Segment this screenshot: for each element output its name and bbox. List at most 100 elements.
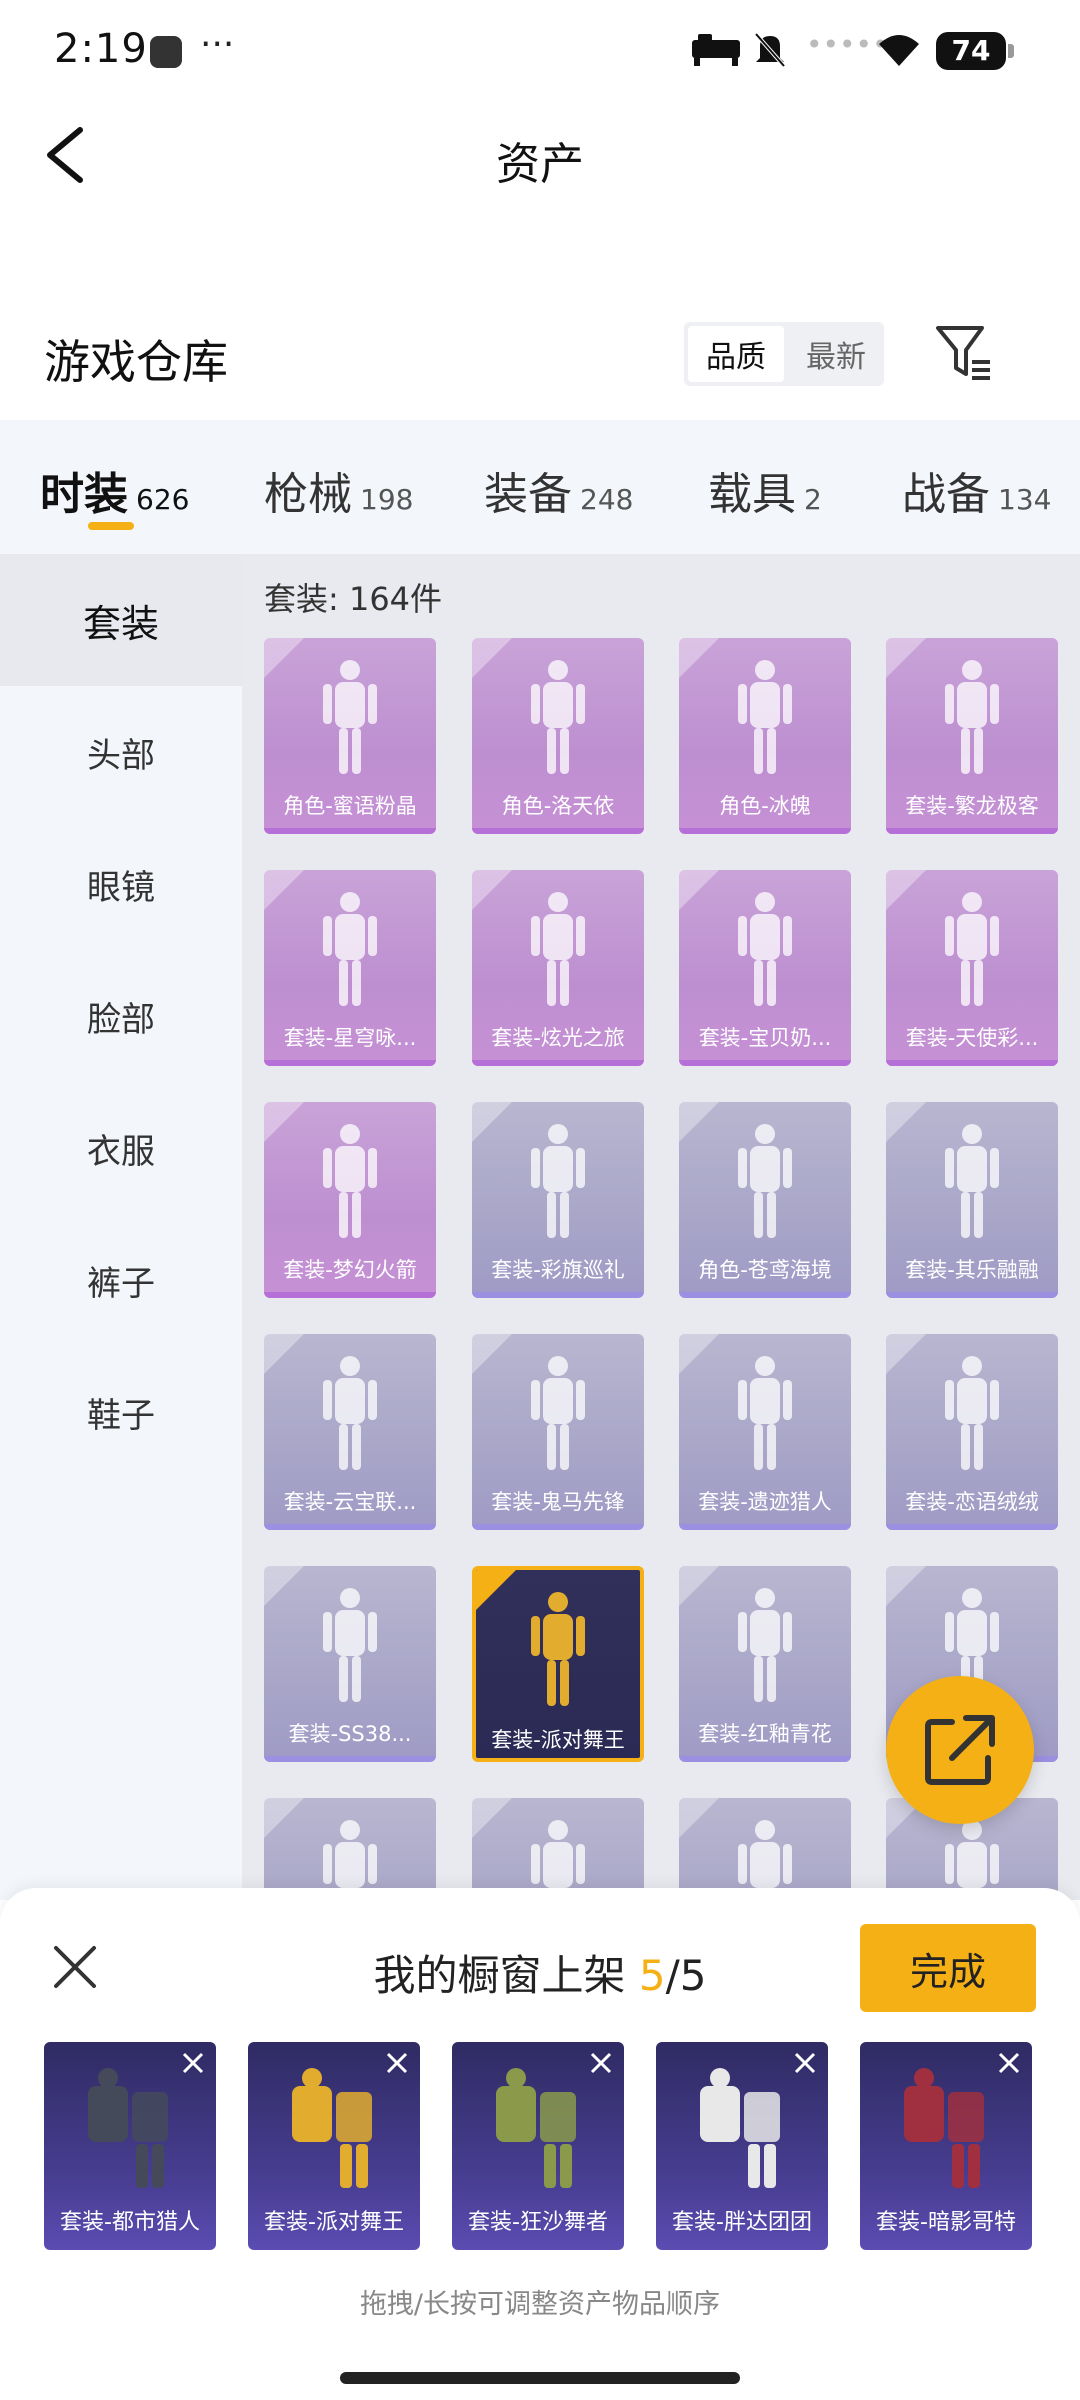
share-button[interactable] — [886, 1676, 1034, 1824]
share-icon — [925, 1715, 995, 1785]
outfit-card[interactable]: 套装-炫光之旅 — [472, 870, 644, 1066]
battery-indicator: 74 — [936, 32, 1014, 70]
outfit-card[interactable]: 套装-鬼马先锋 — [472, 1334, 644, 1530]
outfit-figure-icon — [945, 660, 999, 774]
outfit-figure-icon — [945, 1356, 999, 1470]
outfit-name: 套装-恋语绒绒 — [905, 1490, 1039, 1514]
outfit-figure-icon — [945, 892, 999, 1006]
showcase-item[interactable]: 套装-狂沙舞者 — [452, 2042, 624, 2250]
status-bar: 2:19 ··· ••••• 74 — [0, 0, 1080, 100]
sidebar-item-head[interactable]: 头部 — [0, 686, 242, 818]
home-indicator — [340, 2372, 740, 2384]
outfit-figure-icon — [904, 2068, 984, 2188]
outfit-card[interactable]: 套装-其乐融融 — [886, 1102, 1058, 1298]
outfit-figure-icon — [738, 1124, 792, 1238]
sidebar-item-face[interactable]: 脸部 — [0, 950, 242, 1082]
outfit-card[interactable]: 套装-云宝联... — [264, 1334, 436, 1530]
outfit-card[interactable]: 套装-星穹咏... — [264, 870, 436, 1066]
outfit-name: 角色-蜜语粉晶 — [283, 794, 417, 818]
outfit-name: 角色-苍鸢海境 — [698, 1258, 832, 1282]
tab-equipment[interactable]: 装备 248 — [484, 458, 633, 522]
outfit-figure-icon — [531, 660, 585, 774]
outfit-figure-icon — [738, 1356, 792, 1470]
sidebar-item-set[interactable]: 套装 — [0, 554, 242, 686]
outfit-name: 套装-派对舞王 — [491, 1728, 625, 1752]
warehouse-title: 游戏仓库 — [44, 335, 228, 389]
outfit-card[interactable]: 套装-天使彩... — [886, 870, 1058, 1066]
outfit-name: 套装-星穹咏... — [283, 1026, 417, 1050]
outfit-card[interactable]: 套装-恋语绒绒 — [886, 1334, 1058, 1530]
outfit-card[interactable] — [472, 1798, 644, 1900]
mute-icon — [754, 32, 786, 68]
showcase-item-name: 套装-派对舞王 — [264, 2210, 404, 2235]
outfit-name: 套装-云宝联... — [283, 1490, 417, 1514]
showcase-item[interactable]: 套装-胖达团团 — [656, 2042, 828, 2250]
showcase-item-name: 套装-暗影哥特 — [876, 2210, 1016, 2235]
outfit-figure-icon — [531, 1124, 585, 1238]
done-button[interactable]: 完成 — [860, 1924, 1036, 2012]
outfit-name: 套装-SS38... — [288, 1722, 412, 1746]
outfit-card[interactable] — [679, 1798, 851, 1900]
tab-count: 626 — [136, 483, 190, 516]
outfit-figure-icon — [531, 1592, 585, 1706]
outfit-card[interactable]: 套装-梦幻火箭 — [264, 1102, 436, 1298]
item-count-label: 套装: 164件 — [264, 580, 443, 618]
sort-toggle: 品质 最新 — [684, 322, 884, 386]
tab-fashion[interactable]: 时装 626 — [40, 458, 189, 522]
sidebar-item-glasses[interactable]: 眼镜 — [0, 818, 242, 950]
outfit-name: 套装-炫光之旅 — [491, 1026, 625, 1050]
page-title: 资产 — [496, 139, 584, 190]
outfit-card[interactable]: 套装-繁龙极客 — [886, 638, 1058, 834]
sort-quality-button[interactable]: 品质 — [688, 326, 784, 382]
outfit-figure-icon — [323, 1356, 377, 1470]
tab-vehicles[interactable]: 载具 2 — [708, 458, 822, 522]
outfit-figure-icon — [88, 2068, 168, 2188]
outfit-card[interactable]: 套装-宝贝奶... — [679, 870, 851, 1066]
outfit-card[interactable]: 套装-遗迹猎人 — [679, 1334, 851, 1530]
outfit-name: 套装-遗迹猎人 — [698, 1490, 832, 1514]
tab-count: 2 — [804, 483, 822, 516]
outfit-card[interactable]: 角色-苍鸢海境 — [679, 1102, 851, 1298]
outfit-name: 套装-梦幻火箭 — [283, 1258, 417, 1282]
tab-count: 198 — [360, 483, 414, 516]
outfit-card[interactable]: 角色-冰魄 — [679, 638, 851, 834]
sidebar-item-pants[interactable]: 裤子 — [0, 1214, 242, 1346]
showcase-item[interactable]: 套装-派对舞王 — [248, 2042, 420, 2250]
outfit-name: 套装-天使彩... — [905, 1026, 1039, 1050]
active-tab-indicator — [88, 522, 134, 530]
tab-count: 248 — [580, 483, 634, 516]
outfit-card[interactable]: 套装-派对舞王 — [472, 1566, 644, 1762]
showcase-item[interactable]: 套装-暗影哥特 — [860, 2042, 1032, 2250]
screen: 2:19 ··· ••••• 74 资产 游戏仓库 品质 最新 时装 626 枪… — [0, 0, 1080, 2400]
showcase-item[interactable]: 套装-都市猎人 — [44, 2042, 216, 2250]
tab-label: 载具 — [708, 469, 796, 520]
outfit-name: 角色-洛天依 — [501, 794, 615, 818]
sidebar-item-shoes[interactable]: 鞋子 — [0, 1346, 242, 1478]
tab-guns[interactable]: 枪械 198 — [264, 458, 413, 522]
outfit-figure-icon — [738, 892, 792, 1006]
sleep-mode-icon — [692, 34, 740, 66]
tab-label: 枪械 — [264, 469, 352, 520]
outfit-card[interactable]: 角色-蜜语粉晶 — [264, 638, 436, 834]
outfit-card[interactable]: 套装-红釉青花 — [679, 1566, 851, 1762]
sidebar-item-clothes[interactable]: 衣服 — [0, 1082, 242, 1214]
tab-supplies[interactable]: 战备 134 — [902, 458, 1051, 522]
outfit-card[interactable] — [264, 1798, 436, 1900]
outfit-name: 套装-彩旗巡礼 — [491, 1258, 625, 1282]
outfit-card[interactable]: 套装-彩旗巡礼 — [472, 1102, 644, 1298]
outfit-name: 角色-冰魄 — [719, 794, 811, 818]
sort-latest-button[interactable]: 最新 — [788, 322, 884, 386]
outfit-figure-icon — [323, 892, 377, 1006]
showcase-item-name: 套装-都市猎人 — [60, 2210, 200, 2235]
outfit-card[interactable]: 套装-SS38... — [264, 1566, 436, 1762]
outfit-figure-icon — [700, 2068, 780, 2188]
filter-icon[interactable] — [934, 320, 994, 384]
outfit-name: 套装-其乐融融 — [905, 1258, 1039, 1282]
outfit-figure-icon — [323, 660, 377, 774]
outfit-figure-icon — [323, 1588, 377, 1702]
reorder-hint: 拖拽/长按可调整资产物品顺序 — [359, 2289, 721, 2320]
showcase-current-count: 5 — [638, 1951, 666, 2000]
outfit-card[interactable]: 角色-洛天依 — [472, 638, 644, 834]
outfit-figure-icon — [531, 1356, 585, 1470]
showcase-title-text: 我的橱窗上架 — [373, 1951, 639, 2000]
